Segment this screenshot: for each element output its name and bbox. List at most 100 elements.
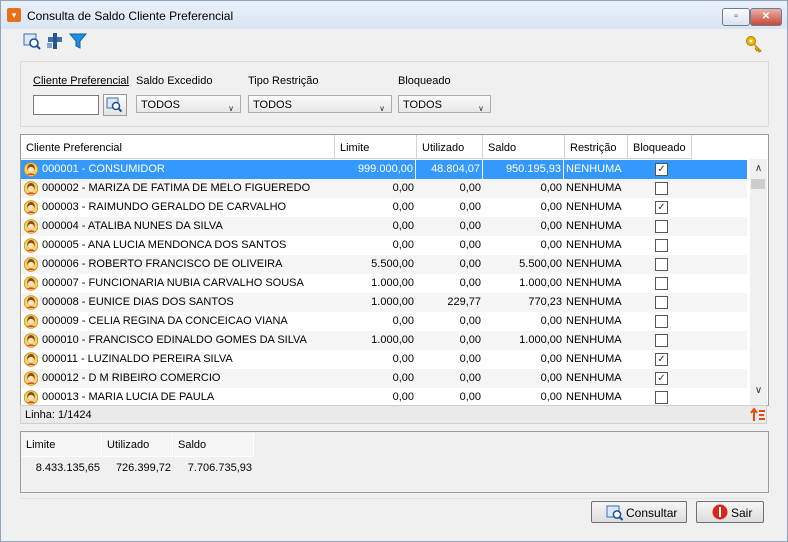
- table-row[interactable]: 000009 - CELIA REGINA DA CONCEICAO VIANA…: [21, 312, 747, 331]
- cell-bloqueado: [628, 217, 691, 236]
- column-header-saldo[interactable]: Saldo: [483, 135, 565, 159]
- user-icon: [24, 371, 38, 386]
- cell-utilizado: 48.804,07: [417, 160, 483, 179]
- sair-button[interactable]: Sair: [696, 501, 764, 523]
- status-bar: Linha: 1/1424: [20, 405, 767, 424]
- cell-utilizado: 0,00: [459, 201, 481, 213]
- bloqueado-checkbox[interactable]: [655, 182, 668, 195]
- cell-restricao: NENHUMA: [566, 296, 622, 308]
- cliente-name: 000006 - ROBERTO FRANCISCO DE OLIVEIRA: [42, 258, 283, 270]
- cell-saldo: 0,00: [540, 391, 562, 403]
- cell-limite: 0,00: [392, 182, 414, 194]
- cliente-name: 000008 - EUNICE DIAS DOS SANTOS: [42, 296, 234, 308]
- cell-limite: 1.000,00: [371, 296, 414, 308]
- totals-saldo-value: 7.706.735,93: [187, 462, 252, 474]
- cliente-name: 000009 - CELIA REGINA DA CONCEICAO VIANA: [42, 315, 288, 327]
- bloqueado-checkbox[interactable]: [655, 220, 668, 233]
- title-bar[interactable]: ▾ Consulta de Saldo Cliente Preferencial…: [1, 1, 787, 29]
- chevron-down-icon: ∨: [379, 104, 385, 113]
- table-row[interactable]: 000012 - D M RIBEIRO COMERCIO 0,00 0,00 0,0…: [21, 369, 747, 388]
- cell-saldo: 0,00: [540, 372, 562, 384]
- bloqueado-checkbox[interactable]: [655, 277, 668, 290]
- cliente-input[interactable]: [33, 95, 99, 115]
- table-row[interactable]: 000006 - ROBERTO FRANCISCO DE OLIVEIRA 5.…: [21, 255, 747, 274]
- cell-saldo: 0,00: [540, 201, 562, 213]
- consultar-button[interactable]: Consultar: [591, 501, 687, 523]
- vertical-scrollbar[interactable]: ∧ ∨: [750, 159, 767, 405]
- cell-bloqueado: ✓: [628, 369, 691, 388]
- filter-panel: Cliente Preferencial Saldo Excedido TODO…: [20, 61, 769, 127]
- bloqueado-checkbox[interactable]: [655, 334, 668, 347]
- column-header-limite[interactable]: Limite: [335, 135, 417, 159]
- sort-icon[interactable]: [750, 407, 766, 423]
- tipo-restricao-select[interactable]: TODOS ∨: [248, 95, 392, 113]
- cell-limite: 0,00: [392, 391, 414, 403]
- table-row[interactable]: 000007 - FUNCIONARIA NUBIA CARVALHO SOUS…: [21, 274, 747, 293]
- bloqueado-checkbox[interactable]: [655, 391, 668, 404]
- bloqueado-select[interactable]: TODOS ∨: [398, 95, 491, 113]
- cliente-name: 000013 - MARIA LUCIA DE PAULA: [42, 391, 215, 403]
- cell-restricao: NENHUMA: [566, 334, 622, 346]
- table-row[interactable]: 000002 - MARIZA DE FATIMA DE MELO FIGUER…: [21, 179, 747, 198]
- search-icon: [106, 97, 123, 113]
- cell-limite: 0,00: [392, 353, 414, 365]
- column-header-cliente[interactable]: Cliente Preferencial: [21, 135, 335, 159]
- user-icon: [24, 314, 38, 329]
- column-header-bloqueado[interactable]: Bloqueado: [628, 135, 692, 159]
- tipo-restricao-value: TODOS: [253, 99, 292, 111]
- cliente-name: 000007 - FUNCIONARIA NUBIA CARVALHO SOUS…: [42, 277, 304, 289]
- column-header-restricao[interactable]: Restrição: [565, 135, 628, 159]
- bloqueado-checkbox[interactable]: ✓: [655, 201, 668, 214]
- cell-utilizado: 0,00: [459, 277, 481, 289]
- saldo-excedido-select[interactable]: TODOS ∨: [136, 95, 241, 113]
- table-row[interactable]: 000010 - FRANCISCO EDINALDO GOMES DA SIL…: [21, 331, 747, 350]
- close-button[interactable]: ✕: [750, 8, 782, 26]
- cell-bloqueado: ✓: [628, 160, 691, 179]
- cell-utilizado: 0,00: [459, 334, 481, 346]
- bloqueado-checkbox[interactable]: ✓: [655, 353, 668, 366]
- key-icon[interactable]: [745, 35, 763, 53]
- cell-cliente: 000010 - FRANCISCO EDINALDO GOMES DA SIL…: [21, 331, 334, 350]
- user-icon: [24, 333, 38, 348]
- restore-button[interactable]: ▫: [722, 8, 750, 26]
- cell-utilizado: 0,00: [459, 239, 481, 251]
- user-icon: [24, 162, 38, 177]
- bloqueado-checkbox[interactable]: ✓: [655, 372, 668, 385]
- cell-utilizado: 0,00: [459, 220, 481, 232]
- cell-cliente: 000013 - MARIA LUCIA DE PAULA: [21, 388, 334, 405]
- table-row[interactable]: 000004 - ATALIBA NUNES DA SILVA 0,00 0,00 0…: [21, 217, 747, 236]
- bloqueado-checkbox[interactable]: [655, 239, 668, 252]
- table-row[interactable]: 000011 - LUZINALDO PEREIRA SILVA 0,00 0,00…: [21, 350, 747, 369]
- cell-utilizado: 0,00: [459, 353, 481, 365]
- bloqueado-checkbox[interactable]: [655, 296, 668, 309]
- column-header-utilizado[interactable]: Utilizado: [417, 135, 483, 159]
- user-icon: [24, 276, 38, 291]
- scroll-down-icon[interactable]: ∨: [750, 385, 767, 399]
- table-row[interactable]: 000001 - CONSUMIDOR 999.000,00 48.804,07 95…: [21, 160, 747, 179]
- cell-restricao: NENHUMA: [566, 372, 622, 384]
- bloqueado-checkbox[interactable]: [655, 315, 668, 328]
- totals-limite-label: Limite: [22, 433, 102, 457]
- bloqueado-checkbox[interactable]: ✓: [655, 163, 668, 176]
- bloqueado-checkbox[interactable]: [655, 258, 668, 271]
- table-row[interactable]: 000013 - MARIA LUCIA DE PAULA 0,00 0,00 0,0…: [21, 388, 747, 405]
- chevron-down-icon: ∨: [228, 104, 234, 113]
- cliente-name: 000012 - D M RIBEIRO COMERCIO: [42, 372, 221, 384]
- filter-icon[interactable]: [69, 32, 87, 50]
- cell-cliente: 000012 - D M RIBEIRO COMERCIO: [21, 369, 334, 388]
- clients-grid[interactable]: Cliente Preferencial Limite Utilizado Sa…: [20, 134, 769, 406]
- search-icon: [606, 505, 624, 521]
- table-row[interactable]: 000005 - ANA LUCIA MENDONCA DOS SANTOS 0,…: [21, 236, 747, 255]
- cell-restricao: NENHUMA: [566, 220, 622, 232]
- cell-restricao: NENHUMA: [566, 258, 622, 270]
- cell-saldo: 0,00: [540, 220, 562, 232]
- cliente-search-button[interactable]: [103, 94, 127, 116]
- cell-bloqueado: [628, 236, 691, 255]
- table-row[interactable]: 000003 - RAIMUNDO GERALDO DE CARVALHO 0,0…: [21, 198, 747, 217]
- scroll-thumb[interactable]: [751, 179, 765, 189]
- cell-cliente: 000002 - MARIZA DE FATIMA DE MELO FIGUER…: [21, 179, 334, 198]
- tools-icon[interactable]: [46, 32, 64, 50]
- table-row[interactable]: 000008 - EUNICE DIAS DOS SANTOS 1.000,00 2…: [21, 293, 747, 312]
- search-icon[interactable]: [23, 32, 41, 50]
- scroll-up-icon[interactable]: ∧: [750, 163, 767, 177]
